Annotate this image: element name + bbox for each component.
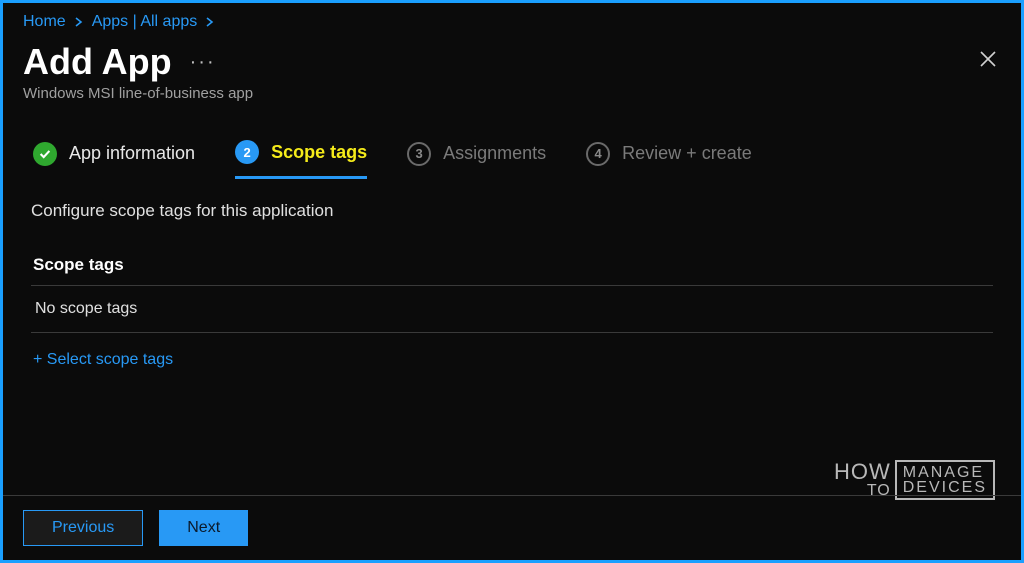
chevron-right-icon: [205, 14, 215, 30]
page-header: Add App ··· Windows MSI line-of-business…: [3, 37, 1021, 122]
step-scope-tags[interactable]: 2 Scope tags: [235, 140, 367, 179]
section-header-scope-tags: Scope tags: [31, 249, 993, 285]
breadcrumb-home-link[interactable]: Home: [23, 13, 66, 31]
scope-tags-empty-text: No scope tags: [31, 286, 993, 332]
watermark: HOW TO MANAGE DEVICES: [834, 460, 995, 500]
content-description: Configure scope tags for this applicatio…: [31, 201, 993, 221]
footer-actions: Previous Next: [3, 495, 1021, 560]
breadcrumb-apps-link[interactable]: Apps | All apps: [92, 13, 198, 31]
page-title: Add App: [23, 41, 172, 83]
step-label: Assignments: [443, 143, 546, 164]
step-label: App information: [69, 143, 195, 164]
step-number-badge: 3: [407, 142, 431, 166]
more-actions-button[interactable]: ···: [190, 51, 216, 74]
step-app-information[interactable]: App information: [33, 142, 195, 178]
step-number-badge: 4: [586, 142, 610, 166]
chevron-right-icon: [74, 14, 84, 30]
close-button[interactable]: [979, 47, 997, 75]
close-icon: [979, 50, 997, 68]
step-label: Review + create: [622, 143, 752, 164]
step-number-badge: 2: [235, 140, 259, 164]
watermark-text: DEVICES: [903, 480, 987, 495]
content-area: Configure scope tags for this applicatio…: [3, 179, 1021, 387]
next-button[interactable]: Next: [159, 510, 248, 546]
wizard-steps: App information 2 Scope tags 3 Assignmen…: [3, 122, 1021, 179]
watermark-text: MANAGE: [903, 465, 987, 480]
step-label: Scope tags: [271, 142, 367, 163]
step-review-create[interactable]: 4 Review + create: [586, 142, 752, 178]
breadcrumb: Home Apps | All apps: [3, 3, 1021, 37]
step-assignments[interactable]: 3 Assignments: [407, 142, 546, 178]
previous-button[interactable]: Previous: [23, 510, 143, 546]
page-subtitle: Windows MSI line-of-business app: [23, 85, 1001, 102]
divider: [31, 332, 993, 333]
watermark-text: HOW: [834, 462, 891, 482]
select-scope-tags-link[interactable]: + Select scope tags: [31, 333, 175, 387]
checkmark-icon: [33, 142, 57, 166]
